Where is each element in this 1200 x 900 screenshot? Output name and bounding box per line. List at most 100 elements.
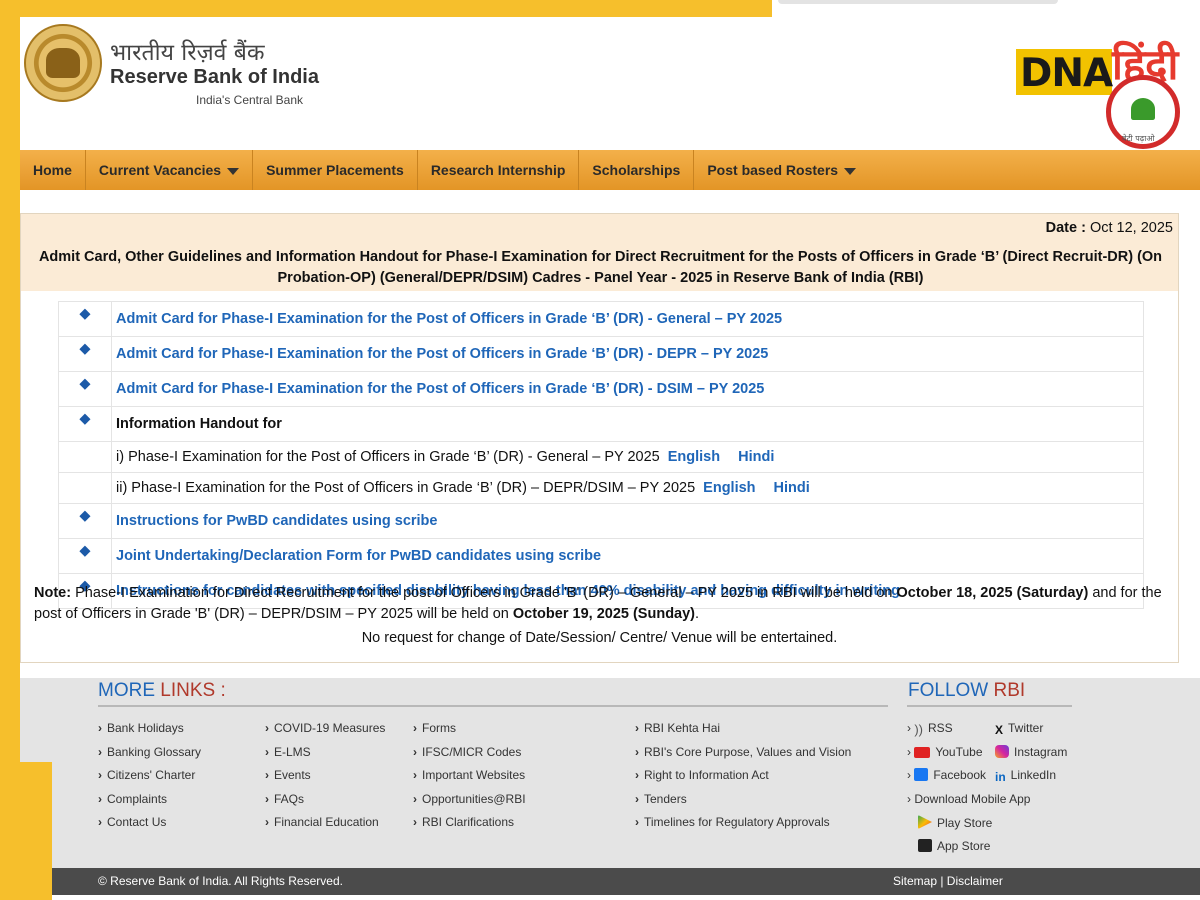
sitemap-disclaimer-link[interactable]: Sitemap | Disclaimer: [893, 874, 1003, 888]
social-linkedin-link[interactable]: in LinkedIn: [995, 768, 1057, 784]
main-nav: Home Current Vacancies Summer Placements…: [20, 150, 1200, 190]
footer-link-timelines[interactable]: Timelines for Regulatory Approvals: [635, 815, 851, 839]
footer-link-complaints[interactable]: Complaints: [98, 792, 201, 816]
rbi-seal-logo[interactable]: [24, 24, 102, 102]
footer-link-tenders[interactable]: Tenders: [635, 792, 851, 816]
nav-summer-placements-label: Summer Placements: [266, 162, 404, 178]
exam-note: Note: Phase-I Examination for Direct Rec…: [34, 583, 1174, 625]
site-footer: MORE LINKS : FOLLOW RBI Bank Holidays Ba…: [20, 678, 1200, 868]
social-rss-label: RSS: [928, 721, 953, 735]
table-cell: ii) Phase-I Examination for the Post of …: [111, 472, 1144, 504]
table-cell: Information Handout for: [111, 406, 1144, 442]
frame-top-border: [0, 0, 772, 17]
rbi-word: RBI: [993, 680, 1026, 701]
nav-summer-placements[interactable]: Summer Placements: [253, 150, 418, 190]
social-linkedin-label: LinkedIn: [1010, 768, 1057, 782]
book-icon: [1131, 98, 1155, 120]
info-handout-heading: Information Handout for: [116, 416, 282, 432]
social-facebook-label: Facebook: [933, 768, 987, 782]
nav-post-based-rosters[interactable]: Post based Rosters: [694, 150, 869, 190]
bullet-icon: ◆: [58, 503, 112, 539]
footer-link-important-websites[interactable]: Important Websites: [413, 768, 526, 792]
footer-link-financial-education[interactable]: Financial Education: [265, 815, 385, 839]
footer-link-opportunities[interactable]: Opportunities@RBI: [413, 792, 526, 816]
notice-title: Admit Card, Other Guidelines and Informa…: [38, 249, 1163, 286]
pwbd-scribe-instructions-link[interactable]: Instructions for PwBD candidates using s…: [116, 513, 437, 529]
footer-link-events[interactable]: Events: [265, 768, 385, 792]
chevron-right-icon: ›: [907, 721, 915, 735]
note-date-2: October 19, 2025 (Sunday): [512, 606, 696, 622]
footer-link-rbi-kehta-hai[interactable]: RBI Kehta Hai: [635, 721, 851, 745]
table-cell: Joint Undertaking/Declaration Form for P…: [111, 538, 1144, 574]
play-store-icon: [918, 815, 932, 829]
footer-link-covid[interactable]: COVID-19 Measures: [265, 721, 385, 745]
handout-depr-english-link[interactable]: English: [703, 480, 755, 496]
social-facebook-link[interactable]: › Facebook: [907, 768, 986, 782]
social-instagram-label: Instagram: [1014, 745, 1068, 759]
browser-edge: [778, 0, 1058, 4]
notice-links-table: ◆ Admit Card for Phase-I Examination for…: [58, 301, 1144, 609]
bank-name-english[interactable]: Reserve Bank of India: [110, 66, 319, 89]
note-text-1: Phase-I Examination for Direct Recruitme…: [71, 585, 897, 601]
footer-link-bank-holidays[interactable]: Bank Holidays: [98, 721, 201, 745]
admit-card-general-link[interactable]: Admit Card for Phase-I Examination for t…: [116, 311, 782, 327]
social-twitter-link[interactable]: X Twitter: [995, 721, 1043, 737]
caret-down-icon: [844, 167, 857, 175]
handout-depr-hindi-link[interactable]: Hindi: [774, 480, 810, 496]
footer-links-col-3: Forms IFSC/MICR Codes Important Websites…: [413, 721, 526, 839]
download-app-label: Download Mobile App: [914, 792, 1031, 806]
joint-undertaking-form-link[interactable]: Joint Undertaking/Declaration Form for P…: [116, 548, 601, 564]
note-date-1: October 18, 2025 (Saturday): [896, 585, 1089, 601]
handout-general-hindi-link[interactable]: Hindi: [738, 449, 774, 465]
bullet-icon: ◆: [58, 371, 112, 407]
admit-card-dsim-link[interactable]: Admit Card for Phase-I Examination for t…: [116, 381, 764, 397]
admit-card-depr-link[interactable]: Admit Card for Phase-I Examination for t…: [116, 346, 768, 362]
more-word: MORE: [98, 680, 155, 701]
social-youtube-link[interactable]: › YouTube: [907, 745, 983, 759]
linkedin-icon: in: [995, 770, 1006, 784]
nav-home[interactable]: Home: [20, 150, 86, 190]
caret-down-icon: [227, 167, 240, 175]
footer-link-forms[interactable]: Forms: [413, 721, 526, 745]
nav-scholarships[interactable]: Scholarships: [579, 150, 695, 190]
social-instagram-link[interactable]: Instagram: [995, 745, 1067, 759]
app-store-link[interactable]: App Store: [918, 839, 990, 853]
handout-depr-dsim-text: ii) Phase-I Examination for the Post of …: [116, 480, 696, 496]
footer-link-rti[interactable]: Right to Information Act: [635, 768, 851, 792]
footer-link-rbi-clarifications[interactable]: RBI Clarifications: [413, 815, 526, 839]
table-row: ◆ Admit Card for Phase-I Examination for…: [58, 336, 1144, 372]
bullet-icon: ◆: [58, 538, 112, 574]
footer-link-ifsc[interactable]: IFSC/MICR Codes: [413, 745, 526, 769]
dna-logo-text: DNA: [1020, 51, 1113, 96]
dna-emblem-text: बेटी पढ़ाओ: [1122, 134, 1155, 143]
footer-link-contact-us[interactable]: Contact Us: [98, 815, 201, 839]
site-header: भारतीय रिज़र्व बैंक Reserve Bank of Indi…: [20, 17, 1200, 150]
footer-link-faqs[interactable]: FAQs: [265, 792, 385, 816]
notice-panel: Date : Oct 12, 2025 Admit Card, Other Gu…: [20, 213, 1179, 663]
footer-link-core-purpose[interactable]: RBI's Core Purpose, Values and Vision: [635, 745, 851, 769]
more-links-heading: MORE LINKS :: [98, 680, 226, 702]
no-request-notice: No request for change of Date/Session/ C…: [361, 630, 838, 646]
table-row: ◆ Instructions for PwBD candidates using…: [58, 503, 1144, 539]
frame-bottom-left-block: [0, 762, 52, 900]
date-value: Oct 12, 2025: [1089, 220, 1173, 236]
footer-link-citizens-charter[interactable]: Citizens' Charter: [98, 768, 201, 792]
bullet-icon: ◆: [58, 301, 112, 337]
social-rss-link[interactable]: › )) RSS: [907, 721, 953, 737]
nav-scholarships-label: Scholarships: [592, 162, 681, 178]
nav-current-vacancies[interactable]: Current Vacancies: [86, 150, 254, 190]
table-cell-empty: [58, 472, 112, 504]
footer-link-elms[interactable]: E-LMS: [265, 745, 385, 769]
table-cell: Admit Card for Phase-I Examination for t…: [111, 336, 1144, 372]
download-app-link[interactable]: › Download Mobile App: [907, 792, 1030, 806]
note-text-3: .: [695, 606, 700, 622]
instagram-icon: [995, 745, 1009, 758]
play-store-link[interactable]: Play Store: [918, 815, 992, 830]
dna-hindi-logo: DNA हिंदी बेटी पढ़ाओ: [1016, 37, 1196, 149]
footer-link-banking-glossary[interactable]: Banking Glossary: [98, 745, 201, 769]
handout-general-text: i) Phase-I Examination for the Post of O…: [116, 449, 660, 465]
app-store-label: App Store: [937, 839, 991, 853]
nav-research-internship[interactable]: Research Internship: [418, 150, 580, 190]
date-label: Date :: [1045, 220, 1086, 236]
handout-general-english-link[interactable]: English: [668, 449, 720, 465]
